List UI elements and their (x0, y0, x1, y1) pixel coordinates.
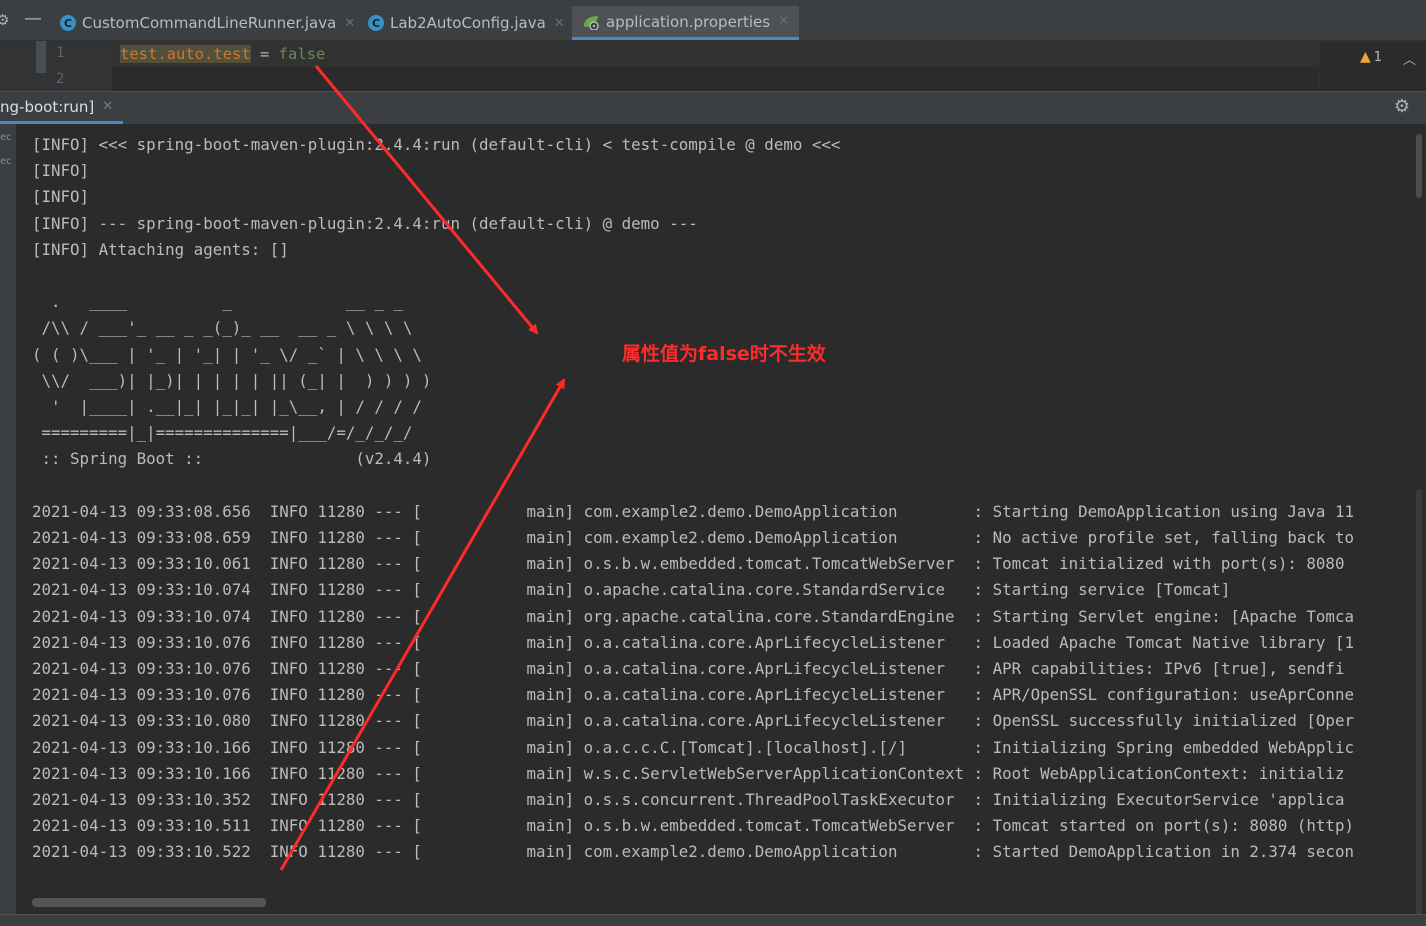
console-line: ( ( )\___ | '_ | '_| | '_ \/ _` | \ \ \ … (32, 344, 422, 364)
console-line: 2021-04-13 09:33:10.166 INFO 11280 --- [… (32, 763, 1345, 783)
bottom-tool-bar (0, 914, 1426, 926)
close-icon[interactable]: ✕ (344, 16, 355, 31)
console-line: 2021-04-13 09:33:10.166 INFO 11280 --- [… (32, 737, 1354, 757)
tab-application-properties[interactable]: application.properties ✕ (572, 6, 799, 40)
console-line: 2021-04-13 09:33:10.074 INFO 11280 --- [… (32, 606, 1354, 626)
console-line: \\/ ___)| |_)| | | | | || (_| | ) ) ) ) (32, 370, 432, 390)
console-line: [INFO] (32, 161, 90, 181)
close-icon[interactable]: ✕ (778, 14, 789, 29)
console-line: . ____ _ __ _ _ (32, 292, 403, 312)
console-line: 2021-04-13 09:33:10.076 INFO 11280 --- [… (32, 632, 1354, 652)
tab-spring-boot-run[interactable]: ng-boot:run] ✕ (0, 92, 124, 124)
tab-custom-command-line-runner[interactable]: C CustomCommandLineRunner.java ✕ (60, 6, 355, 40)
console-line: =========|_|==============|___/=/_/_/_/ (32, 423, 413, 443)
property-key: test.auto.test (120, 45, 251, 63)
console-line: [INFO] (32, 187, 90, 207)
console-line: 2021-04-13 09:33:10.080 INFO 11280 --- [… (32, 711, 1354, 731)
console-line: 2021-04-13 09:33:08.656 INFO 11280 --- [… (32, 501, 1354, 521)
property-equals: = (250, 45, 279, 63)
console-line: [INFO] <<< spring-boot-maven-plugin:2.4.… (32, 135, 841, 154)
console-line: 2021-04-13 09:33:10.061 INFO 11280 --- [… (32, 554, 1345, 574)
close-icon[interactable]: ✕ (102, 99, 113, 114)
gear-icon[interactable]: ⚙ (1394, 96, 1410, 117)
warning-icon[interactable]: ▲ 1 (1360, 49, 1382, 65)
console-line: 2021-04-13 09:33:08.659 INFO 11280 --- [… (32, 528, 1354, 547)
tab-label: application.properties (606, 12, 771, 31)
java-class-icon: C (368, 15, 384, 31)
warning-count: 1 (1373, 50, 1383, 65)
scrollbar-track-mark (1416, 489, 1422, 919)
console-line: :: Spring Boot :: (v2.4.4) (32, 449, 432, 469)
console-line: [INFO] Attaching agents: [] (32, 239, 289, 259)
java-class-icon: C (60, 15, 76, 31)
line-number-gutter: 1 2 (0, 41, 112, 91)
tab-label: Lab2AutoConfig.java (390, 14, 546, 32)
console-line: 2021-04-13 09:33:10.074 INFO 11280 --- [… (32, 580, 1231, 600)
annotation-text: 属性值为false时不生效 (622, 343, 826, 365)
tab-lab2-auto-config[interactable]: C Lab2AutoConfig.java ✕ (368, 6, 565, 40)
property-value: false (278, 45, 326, 63)
console-line: 2021-04-13 09:33:10.522 INFO 11280 --- [… (32, 842, 1354, 862)
line-number: 2 (56, 71, 65, 87)
code-line-1[interactable]: test.auto.test = false (120, 45, 325, 63)
vertical-scrollbar[interactable] (1414, 124, 1426, 919)
close-icon[interactable]: ✕ (554, 16, 565, 31)
side-label: ec (0, 156, 12, 167)
scrollbar-thumb[interactable] (1416, 134, 1422, 198)
chevron-up-icon[interactable]: ︿ (1403, 49, 1416, 68)
side-label: ec (0, 132, 12, 143)
line-number: 1 (56, 45, 65, 61)
console-output[interactable]: [INFO] <<< spring-boot-maven-plugin:2.4.… (16, 124, 1414, 914)
console-line: ' |____| .__|_| |_|_| |_\__, | / / / / (32, 397, 422, 416)
tab-label: CustomCommandLineRunner.java (82, 14, 337, 32)
run-toolbar-strip: ec ec (0, 124, 16, 925)
gear-icon[interactable]: ⚙ (0, 11, 9, 29)
inspection-widget[interactable]: ▲ 1 ︿ (1319, 41, 1426, 91)
run-tool-window-header: ng-boot:run] ✕ ⚙ (0, 91, 1426, 124)
console-line: /\\ / ___'_ __ _ _(_)_ __ __ _ \ \ \ \ (32, 318, 413, 338)
console-line: 2021-04-13 09:33:10.511 INFO 11280 --- [… (32, 816, 1354, 836)
editor-pane[interactable]: 1 2 test.auto.test = false ▲ 1 ︿ (0, 41, 1426, 91)
horizontal-scrollbar-thumb[interactable] (32, 898, 266, 907)
console-line: [INFO] --- spring-boot-maven-plugin:2.4.… (32, 213, 698, 233)
editor-tab-bar: ⚙ — C CustomCommandLineRunner.java ✕ C L… (0, 0, 1426, 41)
run-tab-label: ng-boot:run] (0, 97, 95, 116)
gutter-marker (36, 41, 46, 73)
console-line: 2021-04-13 09:33:10.352 INFO 11280 --- [… (32, 790, 1345, 809)
minimize-icon[interactable]: — (24, 8, 42, 29)
console-line: 2021-04-13 09:33:10.076 INFO 11280 --- [… (32, 685, 1354, 705)
console-line: 2021-04-13 09:33:10.076 INFO 11280 --- [… (32, 659, 1345, 678)
spring-properties-icon (582, 14, 600, 31)
